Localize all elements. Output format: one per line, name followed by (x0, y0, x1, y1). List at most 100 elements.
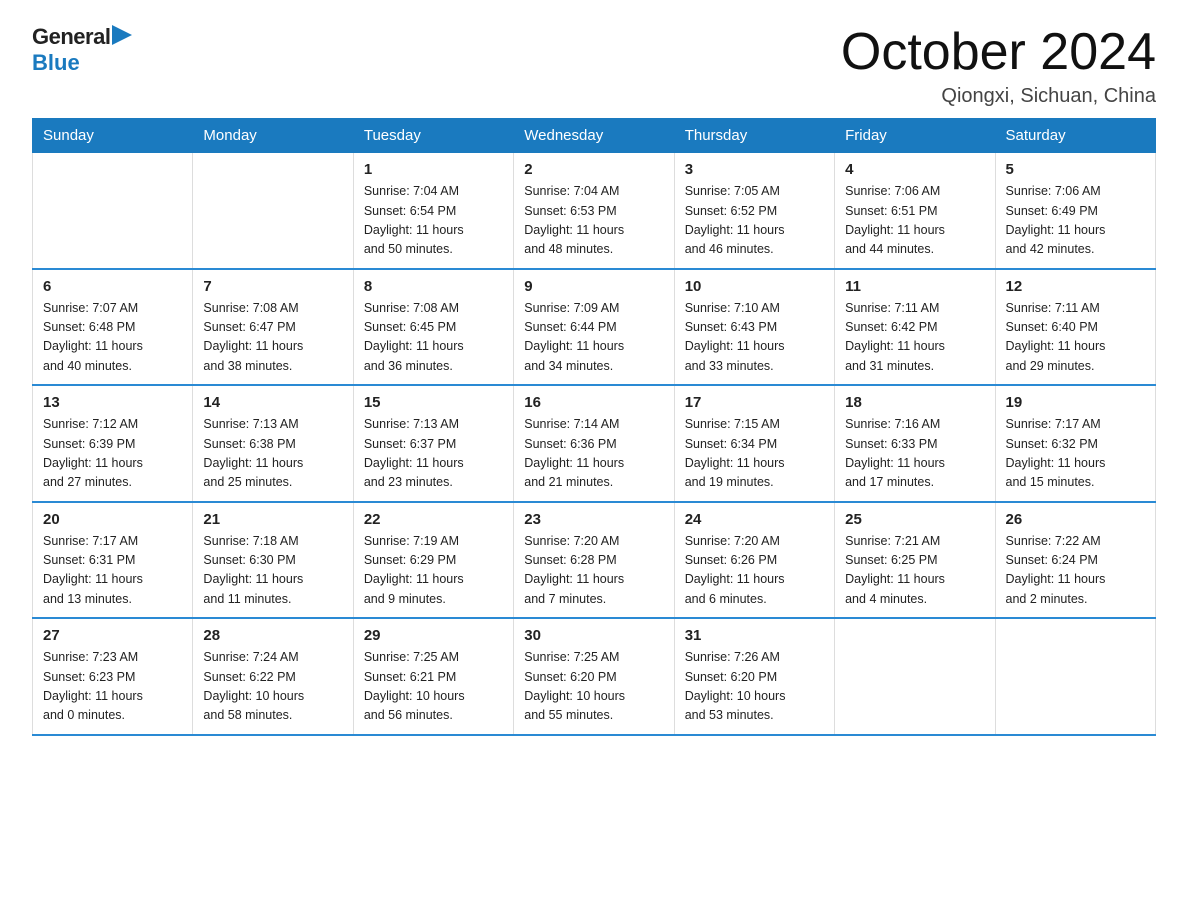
calendar-cell: 17 Sunrise: 7:15 AM Sunset: 6:34 PM Dayli… (674, 385, 834, 502)
calendar-cell: 1 Sunrise: 7:04 AM Sunset: 6:54 PM Daylig… (353, 153, 513, 269)
calendar-cell: 13 Sunrise: 7:12 AM Sunset: 6:39 PM Dayli… (33, 385, 193, 502)
day-info: Sunrise: 7:25 AM Sunset: 6:21 PM Dayligh… (364, 648, 503, 726)
day-info: Sunrise: 7:11 AM Sunset: 6:42 PM Dayligh… (845, 299, 984, 377)
calendar-cell: 8 Sunrise: 7:08 AM Sunset: 6:45 PM Daylig… (353, 269, 513, 386)
day-number: 31 (685, 627, 824, 644)
calendar-cell: 23 Sunrise: 7:20 AM Sunset: 6:28 PM Dayli… (514, 502, 674, 619)
day-number: 3 (685, 161, 824, 178)
day-info: Sunrise: 7:19 AM Sunset: 6:29 PM Dayligh… (364, 532, 503, 610)
day-info: Sunrise: 7:24 AM Sunset: 6:22 PM Dayligh… (203, 648, 342, 726)
day-number: 13 (43, 394, 182, 411)
day-number: 29 (364, 627, 503, 644)
calendar-cell: 25Sunrise: 7:21 AM Sunset: 6:25 PM Dayli… (835, 502, 995, 619)
day-number: 20 (43, 511, 182, 528)
calendar-table: SundayMondayTuesdayWednesdayThursdayFrid… (32, 118, 1156, 736)
calendar-week-row: 27Sunrise: 7:23 AM Sunset: 6:23 PM Dayli… (33, 618, 1156, 735)
day-info: Sunrise: 7:26 AM Sunset: 6:20 PM Dayligh… (685, 648, 824, 726)
calendar-cell: 24 Sunrise: 7:20 AM Sunset: 6:26 PM Dayli… (674, 502, 834, 619)
calendar-cell: 31 Sunrise: 7:26 AM Sunset: 6:20 PM Dayli… (674, 618, 834, 735)
day-number: 24 (685, 511, 824, 528)
day-number: 26 (1006, 511, 1145, 528)
calendar-cell (835, 618, 995, 735)
day-info: Sunrise: 7:05 AM Sunset: 6:52 PM Dayligh… (685, 182, 824, 260)
weekday-header-friday: Friday (835, 119, 995, 153)
calendar-cell: 5 Sunrise: 7:06 AM Sunset: 6:49 PM Daylig… (995, 153, 1155, 269)
calendar-cell: 21 Sunrise: 7:18 AM Sunset: 6:30 PM Dayli… (193, 502, 353, 619)
day-info: Sunrise: 7:12 AM Sunset: 6:39 PM Dayligh… (43, 415, 182, 493)
day-info: Sunrise: 7:13 AM Sunset: 6:38 PM Dayligh… (203, 415, 342, 493)
calendar-cell: 16 Sunrise: 7:14 AM Sunset: 6:36 PM Dayli… (514, 385, 674, 502)
calendar-cell: 10Sunrise: 7:10 AM Sunset: 6:43 PM Dayli… (674, 269, 834, 386)
logo-blue-text: Blue (32, 50, 80, 76)
day-info: Sunrise: 7:07 AM Sunset: 6:48 PM Dayligh… (43, 299, 182, 377)
day-number: 17 (685, 394, 824, 411)
weekday-header-saturday: Saturday (995, 119, 1155, 153)
day-number: 21 (203, 511, 342, 528)
day-number: 4 (845, 161, 984, 178)
day-number: 30 (524, 627, 663, 644)
day-number: 11 (845, 278, 984, 295)
calendar-week-row: 13 Sunrise: 7:12 AM Sunset: 6:39 PM Dayli… (33, 385, 1156, 502)
day-info: Sunrise: 7:25 AM Sunset: 6:20 PM Dayligh… (524, 648, 663, 726)
calendar-cell: 11 Sunrise: 7:11 AM Sunset: 6:42 PM Dayli… (835, 269, 995, 386)
calendar-cell: 28Sunrise: 7:24 AM Sunset: 6:22 PM Dayli… (193, 618, 353, 735)
calendar-cell: 3 Sunrise: 7:05 AM Sunset: 6:52 PM Daylig… (674, 153, 834, 269)
calendar-cell: 30 Sunrise: 7:25 AM Sunset: 6:20 PM Dayli… (514, 618, 674, 735)
day-number: 16 (524, 394, 663, 411)
calendar-cell: 29 Sunrise: 7:25 AM Sunset: 6:21 PM Dayli… (353, 618, 513, 735)
calendar-cell: 6 Sunrise: 7:07 AM Sunset: 6:48 PM Daylig… (33, 269, 193, 386)
calendar-week-row: 1 Sunrise: 7:04 AM Sunset: 6:54 PM Daylig… (33, 153, 1156, 269)
calendar-cell: 7 Sunrise: 7:08 AM Sunset: 6:47 PM Daylig… (193, 269, 353, 386)
calendar-cell: 19 Sunrise: 7:17 AM Sunset: 6:32 PM Dayli… (995, 385, 1155, 502)
day-info: Sunrise: 7:17 AM Sunset: 6:31 PM Dayligh… (43, 532, 182, 610)
day-number: 19 (1006, 394, 1145, 411)
day-number: 14 (203, 394, 342, 411)
logo: General Blue (32, 24, 132, 76)
calendar-week-row: 6 Sunrise: 7:07 AM Sunset: 6:48 PM Daylig… (33, 269, 1156, 386)
day-info: Sunrise: 7:14 AM Sunset: 6:36 PM Dayligh… (524, 415, 663, 493)
month-title: October 2024 (841, 24, 1156, 81)
day-info: Sunrise: 7:06 AM Sunset: 6:49 PM Dayligh… (1006, 182, 1145, 260)
day-info: Sunrise: 7:20 AM Sunset: 6:26 PM Dayligh… (685, 532, 824, 610)
day-info: Sunrise: 7:08 AM Sunset: 6:47 PM Dayligh… (203, 299, 342, 377)
day-info: Sunrise: 7:08 AM Sunset: 6:45 PM Dayligh… (364, 299, 503, 377)
day-info: Sunrise: 7:09 AM Sunset: 6:44 PM Dayligh… (524, 299, 663, 377)
day-number: 6 (43, 278, 182, 295)
calendar-cell: 12Sunrise: 7:11 AM Sunset: 6:40 PM Dayli… (995, 269, 1155, 386)
day-number: 25 (845, 511, 984, 528)
day-info: Sunrise: 7:15 AM Sunset: 6:34 PM Dayligh… (685, 415, 824, 493)
calendar-cell: 27Sunrise: 7:23 AM Sunset: 6:23 PM Dayli… (33, 618, 193, 735)
day-number: 9 (524, 278, 663, 295)
day-info: Sunrise: 7:17 AM Sunset: 6:32 PM Dayligh… (1006, 415, 1145, 493)
calendar-cell: 14 Sunrise: 7:13 AM Sunset: 6:38 PM Dayli… (193, 385, 353, 502)
logo-triangle-icon (112, 25, 132, 45)
calendar-cell (995, 618, 1155, 735)
calendar-cell: 4Sunrise: 7:06 AM Sunset: 6:51 PM Daylig… (835, 153, 995, 269)
day-number: 27 (43, 627, 182, 644)
day-info: Sunrise: 7:20 AM Sunset: 6:28 PM Dayligh… (524, 532, 663, 610)
day-info: Sunrise: 7:16 AM Sunset: 6:33 PM Dayligh… (845, 415, 984, 493)
day-number: 5 (1006, 161, 1145, 178)
day-info: Sunrise: 7:04 AM Sunset: 6:54 PM Dayligh… (364, 182, 503, 260)
calendar-cell (33, 153, 193, 269)
weekday-header-thursday: Thursday (674, 119, 834, 153)
weekday-header-wednesday: Wednesday (514, 119, 674, 153)
day-info: Sunrise: 7:04 AM Sunset: 6:53 PM Dayligh… (524, 182, 663, 260)
weekday-header-tuesday: Tuesday (353, 119, 513, 153)
calendar-cell: 26Sunrise: 7:22 AM Sunset: 6:24 PM Dayli… (995, 502, 1155, 619)
calendar-cell (193, 153, 353, 269)
location-title: Qiongxi, Sichuan, China (841, 85, 1156, 108)
day-info: Sunrise: 7:18 AM Sunset: 6:30 PM Dayligh… (203, 532, 342, 610)
day-info: Sunrise: 7:11 AM Sunset: 6:40 PM Dayligh… (1006, 299, 1145, 377)
calendar-title-block: October 2024 Qiongxi, Sichuan, China (841, 24, 1156, 108)
day-number: 8 (364, 278, 503, 295)
day-number: 15 (364, 394, 503, 411)
calendar-cell: 2Sunrise: 7:04 AM Sunset: 6:53 PM Daylig… (514, 153, 674, 269)
calendar-cell: 15 Sunrise: 7:13 AM Sunset: 6:37 PM Dayli… (353, 385, 513, 502)
day-number: 23 (524, 511, 663, 528)
day-number: 1 (364, 161, 503, 178)
day-number: 10 (685, 278, 824, 295)
day-info: Sunrise: 7:13 AM Sunset: 6:37 PM Dayligh… (364, 415, 503, 493)
weekday-header-monday: Monday (193, 119, 353, 153)
day-number: 7 (203, 278, 342, 295)
